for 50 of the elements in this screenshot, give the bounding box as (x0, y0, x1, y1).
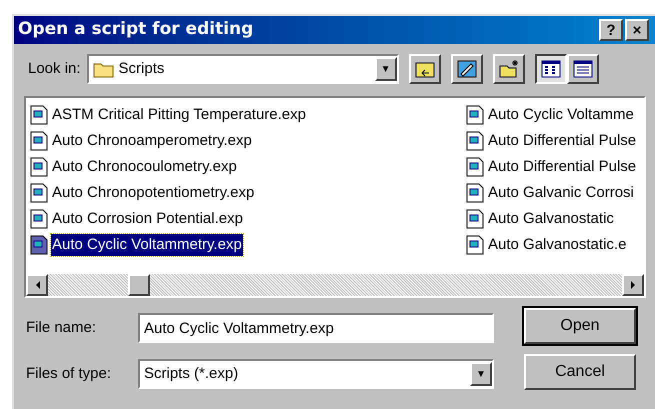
file-item[interactable]: Auto Chronopotentiometry.exp (51, 182, 256, 204)
file-item[interactable]: Auto Chronocoulometry.exp (51, 156, 238, 178)
toolbar-button[interactable] (534, 54, 567, 84)
look-in-value: Scripts (118, 58, 166, 79)
desktop-icon (456, 59, 478, 79)
document-icon (30, 131, 48, 151)
right-arrow-icon (630, 281, 636, 289)
document-icon (30, 183, 48, 203)
file-item[interactable]: Auto Chronoamperometry.exp (51, 130, 253, 152)
file-item[interactable]: Auto Differential Pulse (487, 130, 638, 152)
scroll-thumb[interactable] (128, 274, 150, 296)
title-bar-button[interactable]: × (625, 19, 649, 41)
document-icon (30, 157, 48, 177)
scroll-left-button[interactable] (26, 274, 48, 296)
file-type-value: Scripts (*.exp) (144, 364, 240, 384)
scroll-right-button[interactable] (622, 274, 644, 296)
file-type-label: Files of type: (26, 364, 112, 384)
file-name-label: File name: (26, 318, 98, 338)
file-item[interactable]: Auto Cyclic Voltammetry.exp (51, 234, 243, 256)
document-icon (30, 209, 48, 229)
document-icon (466, 105, 484, 125)
window-title: Open a script for editing (18, 18, 254, 42)
document-icon (466, 183, 484, 203)
look-in-dropdown[interactable]: Scripts ▼ (86, 54, 399, 84)
dialog-button[interactable]: Cancel (524, 354, 636, 390)
file-item[interactable]: Auto Differential Pulse (487, 156, 638, 178)
file-type-dropdown[interactable]: Scripts (*.exp) ▼ (138, 359, 494, 389)
dropdown-button[interactable]: ▼ (374, 57, 397, 81)
file-item[interactable]: Auto Galvanostatic.e (487, 234, 628, 256)
document-icon (466, 235, 484, 255)
document-icon (30, 105, 48, 125)
look-in-label: Look in: (28, 58, 81, 79)
document-icon (466, 131, 484, 151)
title-bar-button[interactable]: ? (599, 19, 623, 41)
file-item[interactable]: Auto Cyclic Voltamme (487, 104, 635, 126)
file-name-field[interactable]: Auto Cyclic Voltammetry.exp (138, 313, 494, 343)
file-item[interactable]: ASTM Critical Pitting Temperature.exp (51, 104, 307, 126)
details-view-icon (572, 59, 594, 79)
document-icon (466, 157, 484, 177)
document-icon (30, 235, 48, 255)
list-view-icon (540, 59, 562, 79)
file-item[interactable]: Auto Galvanostatic (487, 208, 615, 230)
file-item[interactable]: Auto Galvanic Corrosi (487, 182, 635, 204)
horizontal-scrollbar[interactable] (26, 274, 644, 296)
new-folder-icon (498, 59, 520, 79)
document-icon (466, 209, 484, 229)
left-arrow-icon (34, 281, 40, 289)
dialog-button[interactable]: Open (524, 308, 636, 344)
dropdown-button[interactable]: ▼ (470, 362, 492, 386)
file-item[interactable]: Auto Corrosion Potential.exp (51, 208, 244, 230)
